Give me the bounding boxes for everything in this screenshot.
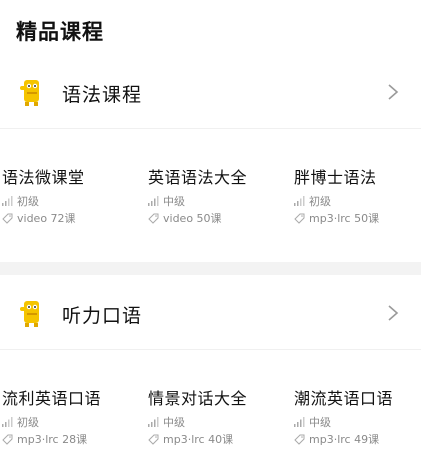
tag-text: video 72课 [17,212,76,225]
tag-text: mp3·lrc 49课 [309,433,380,446]
mascot-icon [20,80,39,106]
section-label: 语法课程 [62,84,143,106]
tag-icon [2,213,13,224]
course-card[interactable]: 胖博士语法 初级 mp3·lrc 50课 [294,164,421,225]
course-level: 初级 [2,415,142,429]
course-card[interactable]: 情景对话大全 中级 mp3·lrc 40课 [148,385,288,446]
course-title: 潮流英语口语 [294,389,394,408]
level-text: 初级 [17,416,39,429]
signal-bars-icon [294,196,305,206]
signal-bars-icon [294,417,305,427]
course-level: 中级 [148,194,288,208]
course-title: 英语语法大全 [148,168,248,187]
chevron-right-icon[interactable] [387,304,399,322]
course-card[interactable]: 流利英语口语 初级 mp3·lrc 28课 [2,385,142,446]
course-tag: mp3·lrc 49课 [294,432,421,446]
tag-icon [2,434,13,445]
signal-bars-icon [148,417,159,427]
tag-text: video 50课 [163,212,222,225]
course-level: 初级 [2,194,142,208]
course-tag: mp3·lrc 28课 [2,432,142,446]
signal-bars-icon [2,196,13,206]
section-separator [0,262,421,275]
level-text: 中级 [163,416,185,429]
page-title: 精品课程 [16,20,104,44]
tag-text: mp3·lrc 40课 [163,433,234,446]
level-text: 初级 [309,195,331,208]
tag-icon [148,434,159,445]
chevron-right-icon[interactable] [387,83,399,101]
course-title: 语法微课堂 [2,168,85,187]
tag-icon [294,434,305,445]
signal-bars-icon [2,417,13,427]
level-text: 中级 [163,195,185,208]
course-tag: video 50课 [148,211,288,225]
section-header-grammar[interactable]: 语法课程 [0,69,421,115]
section-header-listening[interactable]: 听力口语 [0,290,421,336]
level-text: 初级 [17,195,39,208]
level-text: 中级 [309,416,331,429]
course-card[interactable]: 潮流英语口语 中级 mp3·lrc 49课 [294,385,421,446]
section-label: 听力口语 [62,305,143,327]
tag-text: mp3·lrc 28课 [17,433,88,446]
course-tag: mp3·lrc 40课 [148,432,288,446]
course-level: 初级 [294,194,421,208]
divider [0,128,421,129]
course-title: 胖博士语法 [294,168,377,187]
tag-icon [294,213,305,224]
course-card[interactable]: 英语语法大全 中级 video 50课 [148,164,288,225]
mascot-icon [20,301,39,327]
tag-text: mp3·lrc 50课 [309,212,380,225]
signal-bars-icon [148,196,159,206]
course-title: 情景对话大全 [148,389,248,408]
course-level: 中级 [148,415,288,429]
course-tag: video 72课 [2,211,142,225]
course-card[interactable]: 语法微课堂 初级 video 72课 [2,164,142,225]
course-title: 流利英语口语 [2,389,102,408]
course-tag: mp3·lrc 50课 [294,211,421,225]
course-level: 中级 [294,415,421,429]
divider [0,349,421,350]
tag-icon [148,213,159,224]
